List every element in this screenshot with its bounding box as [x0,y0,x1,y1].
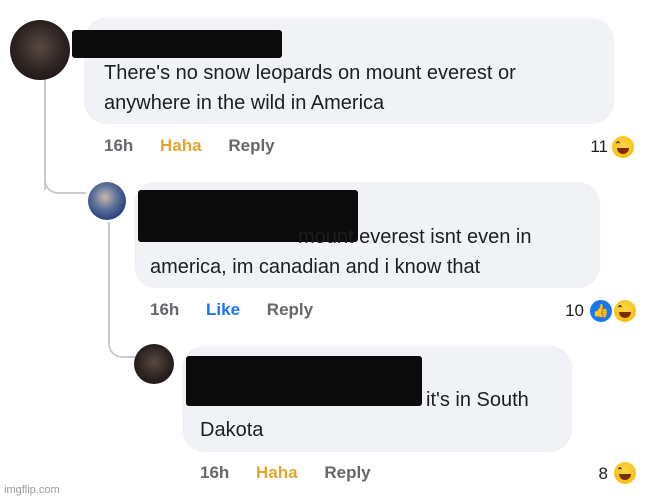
haha-reaction-button[interactable]: Haha [160,136,202,155]
reply-button[interactable]: Reply [324,463,370,482]
reply-button[interactable]: Reply [267,300,313,319]
comment-time[interactable]: 16h [104,136,133,155]
comment-time[interactable]: 16h [200,463,229,482]
comment-actions: 16h Like Reply [150,300,313,320]
haha-emoji-icon [614,300,636,322]
redacted-username [72,30,282,58]
thread-connector-2 [108,310,138,358]
avatar[interactable] [88,182,126,220]
haha-reaction-button[interactable]: Haha [256,463,298,482]
comment-text: mount everest isnt even in america, im c… [150,226,532,278]
comment-text: There's no snow leopards on mount everes… [104,62,516,114]
watermark: imgflip.com [4,484,60,496]
avatar[interactable] [134,344,174,384]
thread-connector-1 [44,150,86,194]
like-button[interactable]: Like [206,300,240,319]
haha-emoji-icon [614,462,636,484]
comment-time[interactable]: 16h [150,300,179,319]
reaction-count[interactable]: 10 [556,301,584,321]
comment-text: it's in South Dakota [200,389,529,441]
comment-actions: 16h Haha Reply [200,463,371,483]
comment-actions: 16h Haha Reply [104,136,275,156]
like-icon: 👍 [588,298,614,324]
reaction-count[interactable]: 11 [580,137,608,157]
reaction-count[interactable]: 8 [582,464,608,484]
avatar[interactable] [10,20,70,80]
reply-button[interactable]: Reply [228,136,274,155]
haha-emoji-icon [612,136,634,158]
